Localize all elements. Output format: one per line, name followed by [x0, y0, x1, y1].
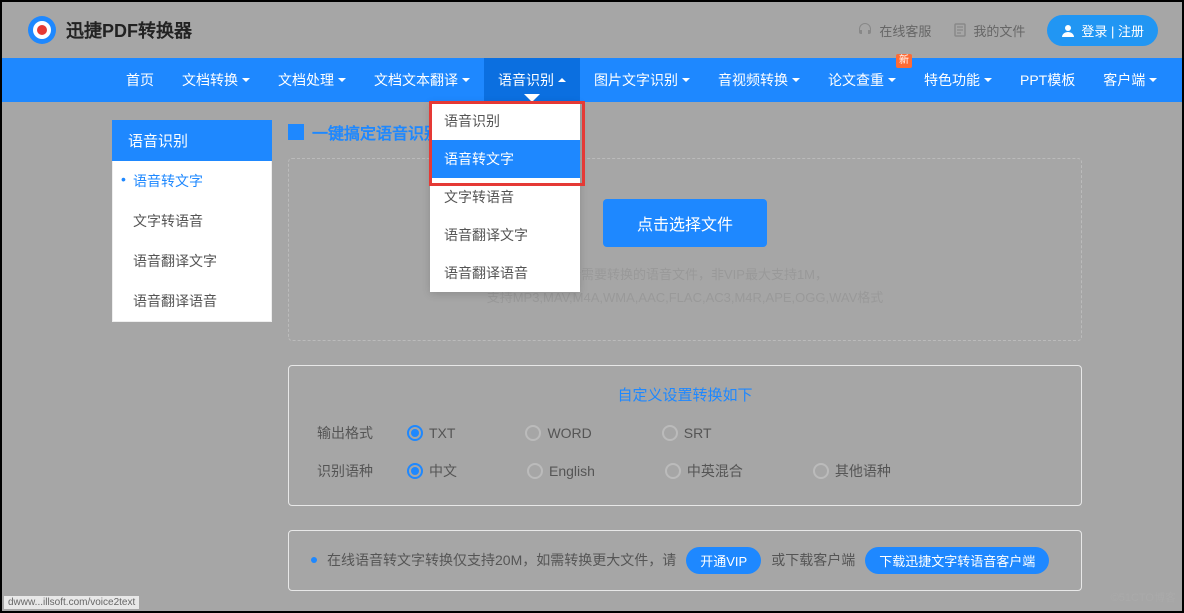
- download-client-button[interactable]: 下载迅捷文字转语音客户端: [865, 547, 1049, 574]
- sidebar-item-2[interactable]: 语音翻译文字: [113, 241, 271, 281]
- bullet-icon: [311, 557, 317, 563]
- nav-dropdown: 语音识别语音转文字文字转语音语音翻译文字语音翻译语音: [430, 102, 580, 292]
- upload-button[interactable]: 点击选择文件: [603, 199, 767, 247]
- logo-text: 迅捷PDF转换器: [66, 17, 192, 43]
- radio-icon: [813, 463, 829, 479]
- logo[interactable]: 迅捷PDF转换器: [26, 14, 192, 46]
- caret-icon: [682, 78, 690, 86]
- caret-icon: [242, 78, 250, 86]
- caret-icon: [1149, 78, 1157, 86]
- header: 迅捷PDF转换器 在线客服 我的文件 登录 | 注册: [2, 2, 1182, 58]
- section-title: 一键搞定语音识别: [288, 120, 1082, 144]
- nav-item-0[interactable]: 首页: [112, 58, 168, 102]
- upload-area[interactable]: 点击选择文件 请上传需要转换的语音文件，非VIP最大支持1M， 支持MP3,MA…: [288, 158, 1082, 341]
- nav-item-6[interactable]: 音视频转换: [704, 58, 814, 102]
- notice-mid: 或下载客户端: [771, 550, 855, 570]
- sidebar-title: 语音识别: [112, 120, 272, 161]
- upload-hint: 请上传需要转换的语音文件，非VIP最大支持1M， 支持MP3,MAV,M4A,W…: [309, 263, 1061, 310]
- caret-icon: [984, 78, 992, 86]
- format-option-0[interactable]: TXT: [407, 425, 455, 441]
- myfiles-label: 我的文件: [973, 21, 1025, 40]
- row-format: 输出格式 TXT WORD SRT: [317, 423, 1053, 443]
- nav-item-1[interactable]: 文档转换: [168, 58, 264, 102]
- main-panel: 一键搞定语音识别 点击选择文件 请上传需要转换的语音文件，非VIP最大支持1M，…: [288, 120, 1082, 613]
- support-label: 在线客服: [879, 21, 931, 40]
- radio-icon: [527, 463, 543, 479]
- notice-pre: 在线语音转文字转换仅支持20M，如需转换更大文件，请: [327, 550, 676, 570]
- nav-item-9[interactable]: PPT模板: [1006, 58, 1089, 102]
- caret-icon: [462, 78, 470, 86]
- radio-icon: [662, 425, 678, 441]
- login-label: 登录 | 注册: [1081, 21, 1144, 40]
- radio-icon: [407, 463, 423, 479]
- section-title-text: 一键搞定语音识别: [312, 120, 440, 144]
- status-bar: dwww...illsoft.com/voice2text: [4, 596, 139, 609]
- radio-icon: [665, 463, 681, 479]
- lang-option-0[interactable]: 中文: [407, 461, 457, 481]
- logo-icon: [26, 14, 58, 46]
- format-option-1[interactable]: WORD: [525, 425, 591, 441]
- dropdown-item-1[interactable]: 语音转文字: [430, 140, 580, 178]
- doc-icon: [288, 124, 304, 140]
- dropdown-item-3[interactable]: 语音翻译文字: [430, 216, 580, 254]
- sidebar: 语音识别 语音转文字文字转语音语音翻译文字语音翻译语音: [112, 120, 272, 613]
- caret-icon: [792, 78, 800, 86]
- lang-option-2[interactable]: 中英混合: [665, 461, 743, 481]
- headset-icon: [857, 22, 873, 38]
- dropdown-item-0[interactable]: 语音识别: [430, 102, 580, 140]
- lang-option-3[interactable]: 其他语种: [813, 461, 891, 481]
- nav-item-4[interactable]: 语音识别: [484, 58, 580, 102]
- sidebar-item-3[interactable]: 语音翻译语音: [113, 281, 271, 321]
- nav-item-10[interactable]: 客户端: [1089, 58, 1171, 102]
- nav-item-5[interactable]: 图片文字识别: [580, 58, 704, 102]
- myfiles-link[interactable]: 我的文件: [953, 21, 1025, 40]
- row-format-label: 输出格式: [317, 423, 407, 443]
- caret-icon: [338, 78, 346, 86]
- radio-icon: [407, 425, 423, 441]
- vip-button[interactable]: 开通VIP: [686, 547, 761, 574]
- file-icon: [953, 23, 967, 37]
- format-option-2[interactable]: SRT: [662, 425, 712, 441]
- notice-bar: 在线语音转文字转换仅支持20M，如需转换更大文件，请 开通VIP 或下载客户端 …: [288, 530, 1082, 591]
- row-lang: 识别语种 中文 English 中英混合 其他语种: [317, 461, 1053, 481]
- sidebar-item-1[interactable]: 文字转语音: [113, 201, 271, 241]
- sidebar-item-0[interactable]: 语音转文字: [113, 161, 271, 201]
- nav-item-3[interactable]: 文档文本翻译: [360, 58, 484, 102]
- lang-option-1[interactable]: English: [527, 461, 595, 481]
- watermark: ©51CTO博客: [1111, 589, 1176, 605]
- support-link[interactable]: 在线客服: [857, 21, 931, 40]
- dropdown-item-4[interactable]: 语音翻译语音: [430, 254, 580, 292]
- nav-item-2[interactable]: 文档处理: [264, 58, 360, 102]
- user-icon: [1061, 23, 1075, 37]
- nav-item-7[interactable]: 论文查重新: [814, 58, 910, 102]
- login-button[interactable]: 登录 | 注册: [1047, 15, 1158, 46]
- settings-panel: 自定义设置转换如下 输出格式 TXT WORD SRT 识别语种 中文 English…: [288, 365, 1082, 506]
- radio-icon: [525, 425, 541, 441]
- main-nav: 首页文档转换文档处理文档文本翻译语音识别图片文字识别音视频转换论文查重新特色功能…: [2, 58, 1182, 102]
- dropdown-item-2[interactable]: 文字转语音: [430, 178, 580, 216]
- caret-icon: [888, 78, 896, 86]
- nav-item-8[interactable]: 特色功能: [910, 58, 1006, 102]
- row-lang-label: 识别语种: [317, 461, 407, 481]
- caret-icon: [558, 74, 566, 82]
- settings-title: 自定义设置转换如下: [317, 384, 1053, 405]
